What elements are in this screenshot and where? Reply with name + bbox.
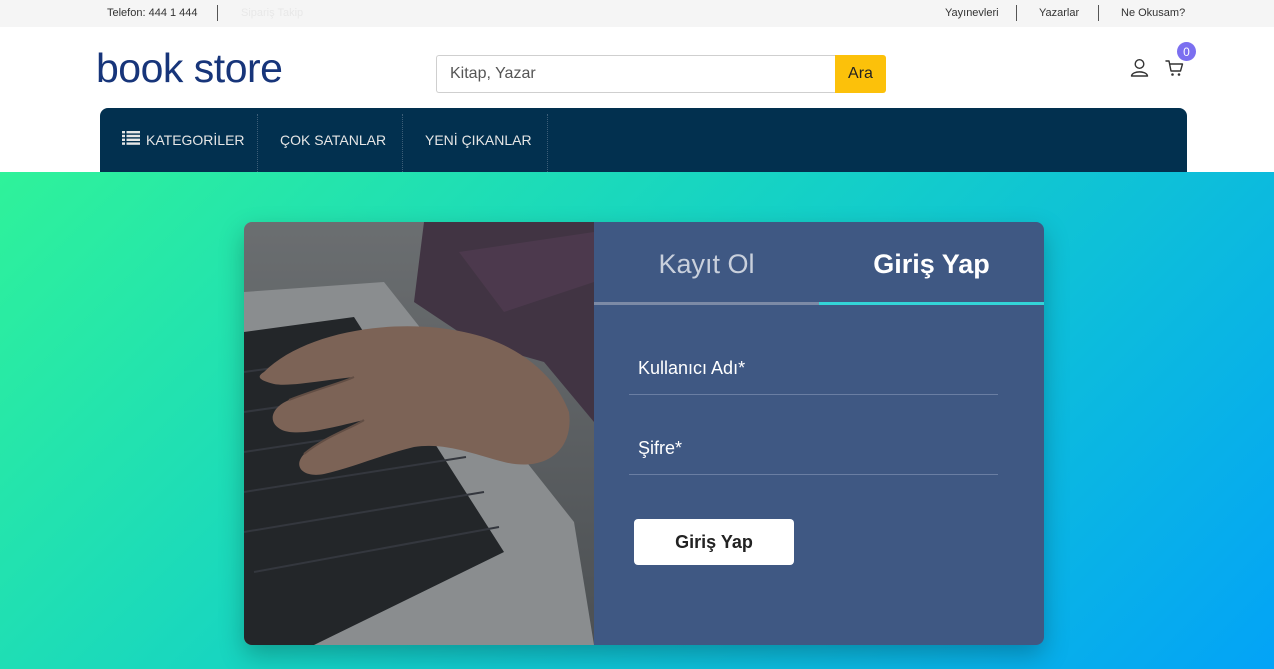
login-submit-button[interactable]: Giriş Yap (634, 519, 794, 565)
laptop-typing-image (244, 222, 594, 645)
nav-item-bestsellers[interactable]: ÇOK SATANLAR (280, 108, 386, 172)
password-label: Şifre* (638, 438, 683, 458)
nav-item-label: YENİ ÇIKANLAR (425, 132, 532, 148)
nav-divider (402, 114, 403, 172)
publishers-link[interactable]: Yayınevleri (945, 7, 999, 19)
divider (217, 5, 218, 21)
password-field[interactable]: Şifre* (629, 423, 998, 475)
search-button[interactable]: Ara (835, 55, 886, 93)
nav-divider (547, 114, 548, 172)
username-field[interactable]: Kullanıcı Adı* (629, 343, 998, 395)
laptop-photo (244, 222, 594, 645)
nav-item-new-releases[interactable]: YENİ ÇIKANLAR (425, 108, 532, 172)
phone-number: Telefon: 444 1 444 (107, 7, 198, 19)
order-tracking-link[interactable]: Sipariş Takip (241, 7, 303, 19)
login-panel: Kayıt Ol Giriş Yap Kullanıcı Adı* Şifre*… (594, 222, 1044, 645)
divider (1016, 5, 1017, 21)
nav-item-categories[interactable]: KATEGORİLER (122, 108, 245, 172)
list-icon (122, 130, 140, 145)
tab-login-underline (819, 302, 1044, 305)
tab-register-underline (594, 302, 819, 305)
what-to-read-link[interactable]: Ne Okusam? (1121, 7, 1185, 19)
authors-link[interactable]: Yazarlar (1039, 7, 1079, 19)
tab-register[interactable]: Kayıt Ol (594, 222, 819, 306)
cart-icon[interactable] (1165, 59, 1184, 77)
divider (1098, 5, 1099, 21)
search-bar: Ara (436, 55, 886, 93)
top-bar: Telefon: 444 1 444 Sipariş Takip Yayınev… (0, 0, 1274, 27)
nav-item-label: ÇOK SATANLAR (280, 132, 387, 148)
nav-divider (257, 114, 258, 172)
login-card: Kayıt Ol Giriş Yap Kullanıcı Adı* Şifre*… (244, 222, 1044, 645)
search-input[interactable] (436, 55, 836, 93)
logo[interactable]: book store (96, 44, 283, 92)
username-label: Kullanıcı Adı* (638, 358, 746, 378)
nav-item-label: KATEGORİLER (146, 132, 245, 148)
main-nav: KATEGORİLER ÇOK SATANLAR YENİ ÇIKANLAR (100, 108, 1187, 172)
user-icon[interactable] (1130, 58, 1149, 77)
cart-count-badge: 0 (1177, 42, 1196, 61)
tab-login[interactable]: Giriş Yap (819, 222, 1044, 306)
